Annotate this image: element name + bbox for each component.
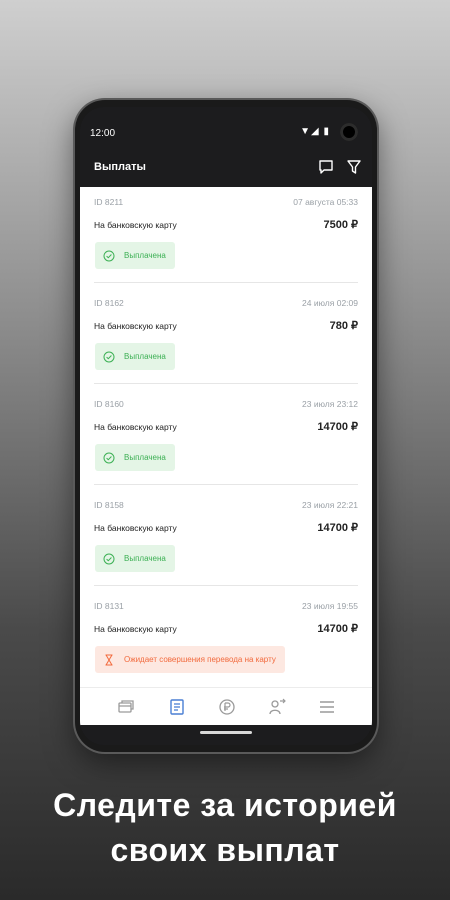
document-icon[interactable] [167, 697, 187, 717]
payout-method: На банковскую карту [94, 624, 177, 634]
status-time: 12:00 [90, 128, 116, 139]
status-badge: Выплачена [95, 242, 175, 269]
payout-date: 23 июля 22:21 [302, 500, 358, 510]
bottom-nav [80, 687, 372, 726]
payout-card[interactable]: ID 8131 23 июля 19:55 На банковскую карт… [94, 591, 358, 686]
person-transfer-icon[interactable] [267, 697, 287, 717]
status-badge: Выплачена [95, 545, 175, 572]
payout-method: На банковскую карту [94, 220, 177, 230]
promo-caption-line1: Следите за историей [53, 787, 397, 823]
status-label: Выплачена [124, 453, 166, 462]
payout-id: ID 8131 [94, 601, 124, 611]
payout-amount: 14700 ₽ [317, 522, 358, 534]
status-icons: ▼◢ ▮ [300, 126, 330, 137]
page-title: Выплаты [94, 161, 146, 173]
payout-amount: 7500 ₽ [323, 219, 358, 231]
check-circle-icon [103, 553, 115, 564]
payout-id: ID 8211 [94, 197, 124, 207]
payout-id: ID 8158 [94, 500, 124, 510]
payout-date: 24 июля 02:09 [302, 298, 358, 308]
payout-id: ID 8162 [94, 298, 124, 308]
status-badge: Выплачена [95, 343, 175, 370]
status-badge: Ожидает совершения перевода на карту [95, 646, 285, 673]
payout-card[interactable]: ID 8162 24 июля 02:09 На банковскую карт… [94, 288, 358, 384]
payout-amount: 780 ₽ [329, 320, 358, 332]
check-circle-icon [103, 452, 115, 463]
payout-list: ID 8211 07 августа 05:33 На банковскую к… [80, 187, 372, 687]
payout-amount: 14700 ₽ [317, 421, 358, 433]
app-bar: Выплаты [80, 147, 372, 187]
status-label: Выплачена [124, 352, 166, 361]
status-label: Выплачена [124, 251, 166, 260]
phone-screen: 12:00 ▼◢ ▮ Выплаты ID 8211 07 августа 05… [80, 107, 372, 745]
payout-method: На банковскую карту [94, 321, 177, 331]
payout-date: 07 августа 05:33 [293, 197, 358, 207]
cards-icon[interactable] [116, 697, 136, 717]
hourglass-icon [105, 654, 113, 665]
status-bar: 12:00 ▼◢ ▮ [80, 107, 372, 147]
payout-card[interactable]: ID 8160 23 июля 23:12 На банковскую карт… [94, 389, 358, 485]
payout-card[interactable]: ID 8211 07 августа 05:33 На банковскую к… [94, 187, 358, 283]
check-circle-icon [103, 351, 115, 362]
menu-icon[interactable] [317, 697, 337, 717]
payout-method: На банковскую карту [94, 422, 177, 432]
filter-icon[interactable] [346, 159, 362, 175]
status-label: Ожидает совершения перевода на карту [124, 655, 276, 664]
promo-caption-line2: своих выплат [110, 832, 340, 868]
check-circle-icon [103, 250, 115, 261]
home-indicator-bar [80, 725, 372, 745]
payout-id: ID 8160 [94, 399, 124, 409]
phone-frame: 12:00 ▼◢ ▮ Выплаты ID 8211 07 августа 05… [75, 100, 377, 752]
payout-amount: 14700 ₽ [317, 623, 358, 635]
front-camera [340, 123, 358, 141]
payout-method: На банковскую карту [94, 523, 177, 533]
payout-date: 23 июля 23:12 [302, 399, 358, 409]
chat-icon[interactable] [318, 159, 334, 175]
payout-card[interactable]: ID 8158 23 июля 22:21 На банковскую карт… [94, 490, 358, 586]
status-label: Выплачена [124, 554, 166, 563]
status-badge: Выплачена [95, 444, 175, 471]
payout-date: 23 июля 19:55 [302, 601, 358, 611]
payout-icon[interactable] [217, 697, 237, 717]
home-indicator[interactable] [200, 731, 252, 734]
